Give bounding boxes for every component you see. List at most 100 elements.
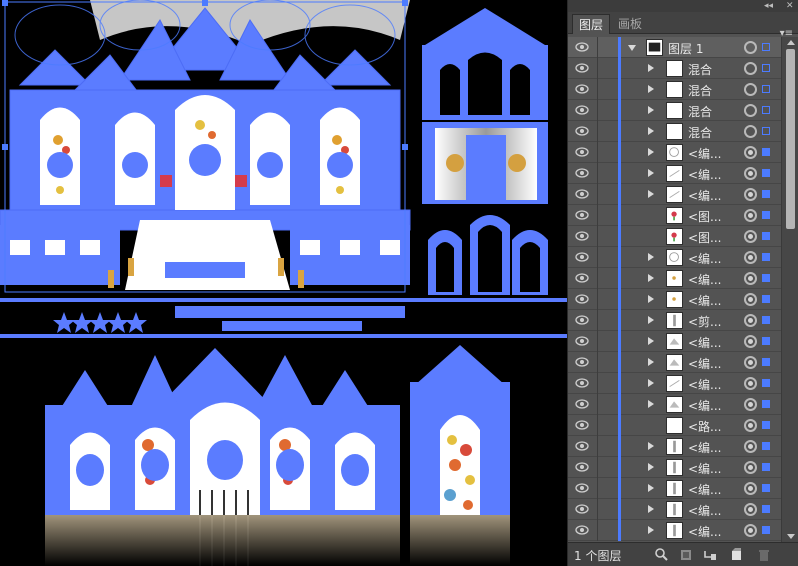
visibility-eye-icon[interactable] (575, 126, 589, 136)
visibility-eye-icon[interactable] (575, 357, 589, 367)
tab-layers[interactable]: 图层 (572, 14, 611, 34)
target-circle-icon[interactable] (744, 377, 757, 390)
layer-name[interactable]: <编... (688, 292, 722, 309)
visibility-eye-icon[interactable] (575, 210, 589, 220)
scroll-thumb[interactable] (786, 49, 795, 229)
expand-arrow-icon[interactable] (648, 274, 654, 282)
layer-name[interactable]: <编... (688, 187, 722, 204)
lock-column[interactable] (597, 520, 598, 541)
selection-indicator[interactable] (762, 421, 770, 429)
expand-arrow-icon[interactable] (648, 106, 654, 114)
visibility-eye-icon[interactable] (575, 189, 589, 199)
selection-indicator[interactable] (762, 43, 770, 51)
visibility-eye-icon[interactable] (575, 294, 589, 304)
expand-arrow-icon[interactable] (648, 484, 654, 492)
layer-row[interactable]: <图... (568, 226, 781, 247)
lock-column[interactable] (597, 457, 598, 478)
visibility-eye-icon[interactable] (575, 42, 589, 52)
delete-layer-icon[interactable] (756, 547, 772, 563)
expand-arrow-icon[interactable] (648, 85, 654, 93)
layer-name[interactable]: <图... (688, 229, 722, 246)
layer-name[interactable]: <编... (688, 397, 722, 414)
target-circle-icon[interactable] (744, 83, 757, 96)
layer-name[interactable]: <剪... (688, 313, 722, 330)
lock-column[interactable] (597, 184, 598, 205)
visibility-eye-icon[interactable] (575, 336, 589, 346)
selection-indicator[interactable] (762, 484, 770, 492)
layer-row[interactable]: <编... (568, 520, 781, 541)
lock-column[interactable] (597, 310, 598, 331)
layer-name[interactable]: 混合 (688, 82, 712, 99)
visibility-eye-icon[interactable] (575, 231, 589, 241)
visibility-eye-icon[interactable] (575, 441, 589, 451)
expand-arrow-icon[interactable] (648, 505, 654, 513)
layer-row[interactable]: <图... (568, 205, 781, 226)
visibility-eye-icon[interactable] (575, 504, 589, 514)
lock-column[interactable] (597, 415, 598, 436)
create-new-layer-icon[interactable] (728, 547, 744, 563)
visibility-eye-icon[interactable] (575, 84, 589, 94)
target-circle-icon[interactable] (744, 503, 757, 516)
close-panel-button[interactable]: ✕ (786, 0, 794, 12)
layer-row[interactable]: <编... (568, 163, 781, 184)
layer-name[interactable]: <路... (688, 418, 722, 435)
expand-arrow-icon[interactable] (648, 337, 654, 345)
lock-column[interactable] (597, 58, 598, 79)
layer-name[interactable]: <图... (688, 208, 722, 225)
layer-name[interactable]: <编... (688, 523, 722, 540)
layer-name[interactable]: <编... (688, 460, 722, 477)
selection-indicator[interactable] (762, 148, 770, 156)
target-circle-icon[interactable] (744, 62, 757, 75)
lock-column[interactable] (597, 121, 598, 142)
target-circle-icon[interactable] (744, 104, 757, 117)
target-circle-icon[interactable] (744, 482, 757, 495)
selection-indicator[interactable] (762, 106, 770, 114)
target-circle-icon[interactable] (744, 524, 757, 537)
selection-indicator[interactable] (762, 526, 770, 534)
layer-row[interactable]: <编... (568, 352, 781, 373)
layer-row[interactable]: <编... (568, 457, 781, 478)
visibility-eye-icon[interactable] (575, 462, 589, 472)
selection-indicator[interactable] (762, 127, 770, 135)
selection-indicator[interactable] (762, 337, 770, 345)
selection-indicator[interactable] (762, 64, 770, 72)
visibility-eye-icon[interactable] (575, 273, 589, 283)
layer-row[interactable]: <编... (568, 394, 781, 415)
lock-column[interactable] (597, 226, 598, 247)
lock-column[interactable] (597, 205, 598, 226)
lock-column[interactable] (597, 289, 598, 310)
selection-indicator[interactable] (762, 379, 770, 387)
selection-indicator[interactable] (762, 400, 770, 408)
selected-artwork[interactable] (0, 0, 567, 566)
layer-name[interactable]: <编... (688, 355, 722, 372)
expand-arrow-icon[interactable] (648, 190, 654, 198)
target-circle-icon[interactable] (744, 461, 757, 474)
visibility-eye-icon[interactable] (575, 252, 589, 262)
selection-indicator[interactable] (762, 232, 770, 240)
selection-indicator[interactable] (762, 295, 770, 303)
target-circle-icon[interactable] (744, 335, 757, 348)
target-circle-icon[interactable] (744, 41, 757, 54)
layer-row[interactable]: <编... (568, 478, 781, 499)
target-circle-icon[interactable] (744, 146, 757, 159)
target-circle-icon[interactable] (744, 251, 757, 264)
visibility-eye-icon[interactable] (575, 168, 589, 178)
target-circle-icon[interactable] (744, 314, 757, 327)
target-circle-icon[interactable] (744, 293, 757, 306)
target-circle-icon[interactable] (744, 209, 757, 222)
selection-indicator[interactable] (762, 316, 770, 324)
layer-row[interactable]: <编... (568, 436, 781, 457)
lock-column[interactable] (597, 499, 598, 520)
visibility-eye-icon[interactable] (575, 105, 589, 115)
lock-column[interactable] (597, 478, 598, 499)
visibility-eye-icon[interactable] (575, 315, 589, 325)
layer-row[interactable]: <编... (568, 499, 781, 520)
selection-indicator[interactable] (762, 211, 770, 219)
scroll-down-arrow-icon[interactable] (787, 534, 795, 539)
selection-indicator[interactable] (762, 358, 770, 366)
layer-name[interactable]: 混合 (688, 103, 712, 120)
lock-column[interactable] (597, 79, 598, 100)
create-sublayer-icon[interactable] (702, 547, 718, 563)
layer-row[interactable]: 混合 (568, 79, 781, 100)
visibility-eye-icon[interactable] (575, 525, 589, 535)
